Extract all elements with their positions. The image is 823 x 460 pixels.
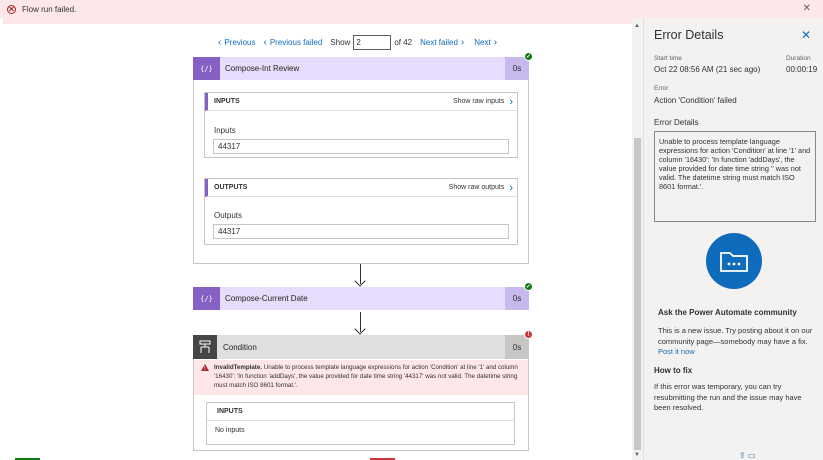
post-it-now-link[interactable]: Post it now bbox=[658, 347, 695, 356]
inputs-heading: INPUTS bbox=[217, 408, 243, 415]
start-time-value: Oct 22 08:56 AM (21 sec ago) bbox=[654, 65, 761, 74]
error-status-icon: ! bbox=[524, 330, 533, 339]
community-heading: Ask the Power Automate community bbox=[658, 308, 797, 317]
duration-label: Duration bbox=[786, 55, 811, 62]
scrollbar[interactable]: ▲ ▼ bbox=[632, 18, 643, 460]
outputs-value: 44317 bbox=[213, 224, 509, 239]
step-title: Compose-Current Date bbox=[225, 294, 308, 303]
compose-icon: {/} bbox=[193, 287, 220, 310]
close-icon[interactable]: ✕ bbox=[803, 3, 811, 14]
details-heading: Error Details bbox=[654, 118, 699, 127]
previous-label: Previous bbox=[224, 37, 256, 47]
how-to-fix-heading: How to fix bbox=[654, 366, 693, 375]
scroll-up-icon[interactable]: ▲ bbox=[634, 23, 640, 29]
chevron-right-icon: › bbox=[460, 36, 465, 48]
inputs-field-label: Inputs bbox=[214, 126, 236, 135]
page-total: of 42 bbox=[394, 37, 413, 47]
flow-arrow bbox=[360, 312, 361, 332]
chevron-left-icon: ‹ bbox=[218, 36, 222, 48]
error-message-box: InvalidTemplate. Unable to process templ… bbox=[194, 360, 528, 395]
warning-icon bbox=[201, 364, 209, 374]
next-failed-label: Next failed bbox=[420, 37, 458, 47]
error-circle-icon bbox=[7, 4, 16, 14]
start-time-label: Start time bbox=[654, 55, 682, 62]
community-text: This is a new issue. Try posting about i… bbox=[658, 326, 816, 358]
next-button[interactable]: Next › bbox=[474, 37, 497, 48]
success-check-icon: ✓ bbox=[524, 52, 533, 61]
previous-failed-label: Previous failed bbox=[269, 37, 323, 47]
step-duration: 0s bbox=[505, 335, 529, 359]
page-number-input[interactable]: 2 bbox=[353, 34, 392, 50]
scrollbar-thumb[interactable] bbox=[634, 138, 641, 450]
no-inputs-text: No inputs bbox=[215, 427, 245, 434]
close-panel-icon[interactable]: ✕ bbox=[801, 28, 811, 42]
show-raw-outputs-label: Show raw outputs bbox=[448, 184, 505, 191]
step-compose-int-review[interactable]: {/} Compose-Int Review 0s bbox=[193, 57, 529, 80]
error-details-text: Unable to process template language expr… bbox=[654, 131, 816, 222]
error-label: Error bbox=[654, 85, 669, 92]
error-code: InvalidTemplate. bbox=[214, 364, 263, 371]
success-check-icon: ✓ bbox=[524, 282, 533, 291]
flow-arrow bbox=[360, 264, 361, 284]
outputs-heading: OUTPUTS bbox=[214, 184, 248, 191]
chevron-right-icon: › bbox=[509, 95, 513, 108]
show-label: Show bbox=[330, 37, 351, 47]
step-title: Condition bbox=[223, 342, 257, 352]
error-value: Action 'Condition' failed bbox=[654, 96, 737, 105]
chevron-left-icon: ‹ bbox=[263, 36, 267, 48]
step-title: Compose-Int Review bbox=[225, 64, 300, 73]
panel-title: Error Details bbox=[654, 28, 724, 42]
scroll-down-icon[interactable]: ▼ bbox=[634, 452, 640, 458]
duration-value: 00:00:19 bbox=[786, 65, 818, 74]
flow-canvas: ‹ Previous ‹ Previous failed Show 2 of 42 … bbox=[0, 18, 643, 460]
compose-icon: {/} bbox=[193, 57, 220, 80]
step-compose-current-date[interactable]: {/} Compose-Current Date 0s bbox=[193, 287, 529, 310]
previous-button[interactable]: ‹ Previous bbox=[218, 37, 255, 48]
show-raw-inputs-label: Show raw inputs bbox=[452, 98, 505, 105]
folder-icon bbox=[706, 233, 762, 289]
run-navigation: ‹ Previous ‹ Previous failed Show 2 of 42 … bbox=[218, 34, 497, 50]
show-raw-inputs-button[interactable]: Show raw inputs › bbox=[453, 96, 517, 108]
next-label: Next bbox=[474, 37, 491, 47]
condition-inputs-panel: INPUTS No inputs bbox=[206, 402, 515, 445]
inputs-value: 44317 bbox=[213, 139, 509, 154]
inputs-heading: INPUTS bbox=[214, 98, 240, 105]
condition-icon bbox=[193, 335, 217, 359]
previous-failed-button[interactable]: ‹ Previous failed bbox=[263, 37, 322, 48]
fix-text: If this error was temporary, you can try… bbox=[654, 382, 802, 412]
feedback-icons[interactable]: ⇪ ▭ bbox=[739, 451, 755, 460]
outputs-field-label: Outputs bbox=[214, 211, 243, 220]
next-failed-button[interactable]: Next failed › bbox=[420, 37, 464, 48]
show-raw-outputs-button[interactable]: Show raw outputs › bbox=[449, 182, 517, 194]
error-details-panel: Error Details ✕ Start time Oct 22 08:56 … bbox=[643, 18, 823, 460]
chevron-right-icon: › bbox=[509, 181, 513, 194]
banner-overflow-strip bbox=[3, 18, 633, 24]
error-banner: Flow run failed. ✕ bbox=[0, 0, 823, 18]
chevron-right-icon: › bbox=[493, 36, 498, 48]
step-condition[interactable]: Condition 0s bbox=[193, 335, 529, 359]
community-body: This is a new issue. Try posting about i… bbox=[658, 326, 813, 346]
banner-message: Flow run failed. bbox=[22, 4, 77, 14]
